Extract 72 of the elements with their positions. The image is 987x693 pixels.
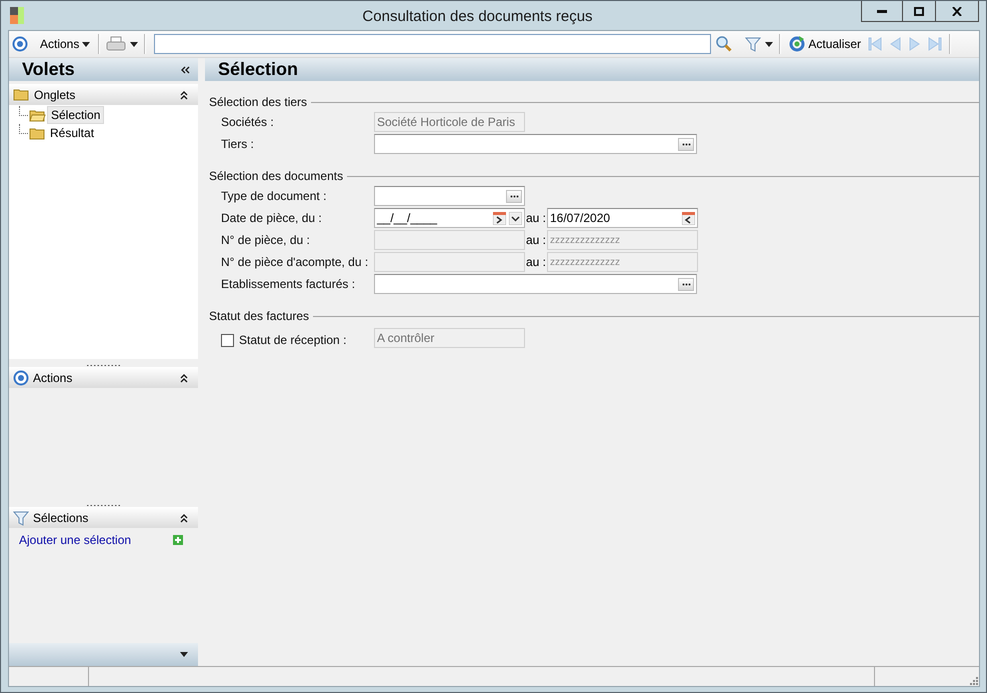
caret-icon[interactable]: [180, 652, 188, 657]
ellipsis-button[interactable]: [506, 190, 522, 202]
splitter-handle[interactable]: [86, 364, 120, 367]
search-field[interactable]: [154, 34, 712, 54]
target-icon: [13, 370, 29, 386]
panel-header[interactable]: Onglets: [9, 84, 198, 105]
checkbox[interactable]: [221, 334, 234, 346]
app-icon: [10, 7, 24, 24]
next-date-icon[interactable]: [493, 212, 506, 224]
panel-title: Sélections: [33, 510, 90, 524]
previous-date-icon[interactable]: [682, 212, 695, 224]
ellipsis-button[interactable]: [678, 138, 694, 150]
folder-icon: [29, 108, 46, 122]
panel-header[interactable]: Actions: [9, 367, 198, 388]
close-icon: [952, 6, 962, 16]
maximize-icon: [914, 6, 924, 16]
search-icon[interactable]: [715, 36, 734, 52]
group-title: Statut des factures: [209, 309, 310, 323]
folder-icon: [29, 126, 46, 140]
field-label: Type de document :: [221, 189, 328, 203]
splitter-handle[interactable]: [86, 504, 120, 507]
caret-icon[interactable]: [130, 42, 138, 46]
add-selection-link[interactable]: Ajouter une sélection: [19, 533, 132, 547]
field-label: Date de pièce, du :: [221, 211, 323, 225]
collapse-icon[interactable]: [180, 64, 190, 74]
input-field[interactable]: [374, 186, 525, 206]
folder-icon: [13, 88, 30, 101]
tree-item[interactable]: Résultat: [47, 125, 98, 141]
ellipsis-icon: [510, 194, 518, 198]
input-field[interactable]: [374, 274, 697, 294]
date-field[interactable]: __/__/____: [374, 208, 525, 228]
caret-icon[interactable]: [765, 42, 774, 46]
refresh-button[interactable]: Actualiser: [787, 33, 864, 55]
date-field[interactable]: 16/07/2020: [547, 208, 698, 228]
tree-item[interactable]: Sélection: [47, 106, 104, 124]
collapse-icon[interactable]: [179, 512, 189, 524]
pane-title: Volets: [22, 59, 75, 80]
window-title: Consultation des documents reçus: [361, 7, 594, 25]
input-field: zzzzzzzzzzzzzz: [547, 252, 698, 272]
resize-grip-icon[interactable]: [969, 676, 979, 686]
group-title: Sélection des tiers: [209, 95, 308, 109]
field-label: Etablissements facturés :: [221, 277, 356, 291]
field-label: N° de pièce, du :: [221, 233, 311, 247]
section-title: Sélection: [218, 59, 298, 80]
field-label: Sociétés :: [221, 115, 275, 129]
dropdown-icon[interactable]: [509, 212, 522, 224]
group-title: Sélection des documents: [209, 169, 344, 183]
input-field: zzzzzzzzzzzzzz: [547, 230, 698, 250]
checkbox-label: Statut de réception :: [239, 333, 346, 347]
input-field[interactable]: [374, 134, 697, 154]
field-label: au :: [525, 233, 547, 247]
panel-title: Actions: [33, 370, 74, 384]
panel-header[interactable]: Sélections: [9, 507, 198, 528]
field-label: Tiers :: [221, 137, 255, 151]
input-field: Société Horticole de Paris: [374, 112, 525, 132]
add-icon[interactable]: [173, 535, 183, 545]
ellipsis-button[interactable]: [678, 278, 694, 290]
ellipsis-icon: [682, 142, 690, 146]
field-label: au :: [525, 211, 547, 225]
refresh-icon: [789, 36, 806, 52]
field-label: au :: [525, 255, 547, 269]
filter-icon: [13, 510, 29, 526]
collapse-icon[interactable]: [179, 372, 189, 384]
panel-title: Onglets: [34, 88, 76, 102]
field-label: N° de pièce d'acompte, du :: [221, 255, 370, 269]
ellipsis-icon: [682, 282, 690, 286]
target-icon: [12, 36, 28, 52]
actions-button[interactable]: Actions: [38, 33, 92, 55]
caret-icon[interactable]: [82, 42, 90, 46]
input-field: A contrôler: [374, 328, 525, 348]
collapse-icon[interactable]: [179, 88, 189, 100]
minimize-icon: [877, 10, 887, 12]
